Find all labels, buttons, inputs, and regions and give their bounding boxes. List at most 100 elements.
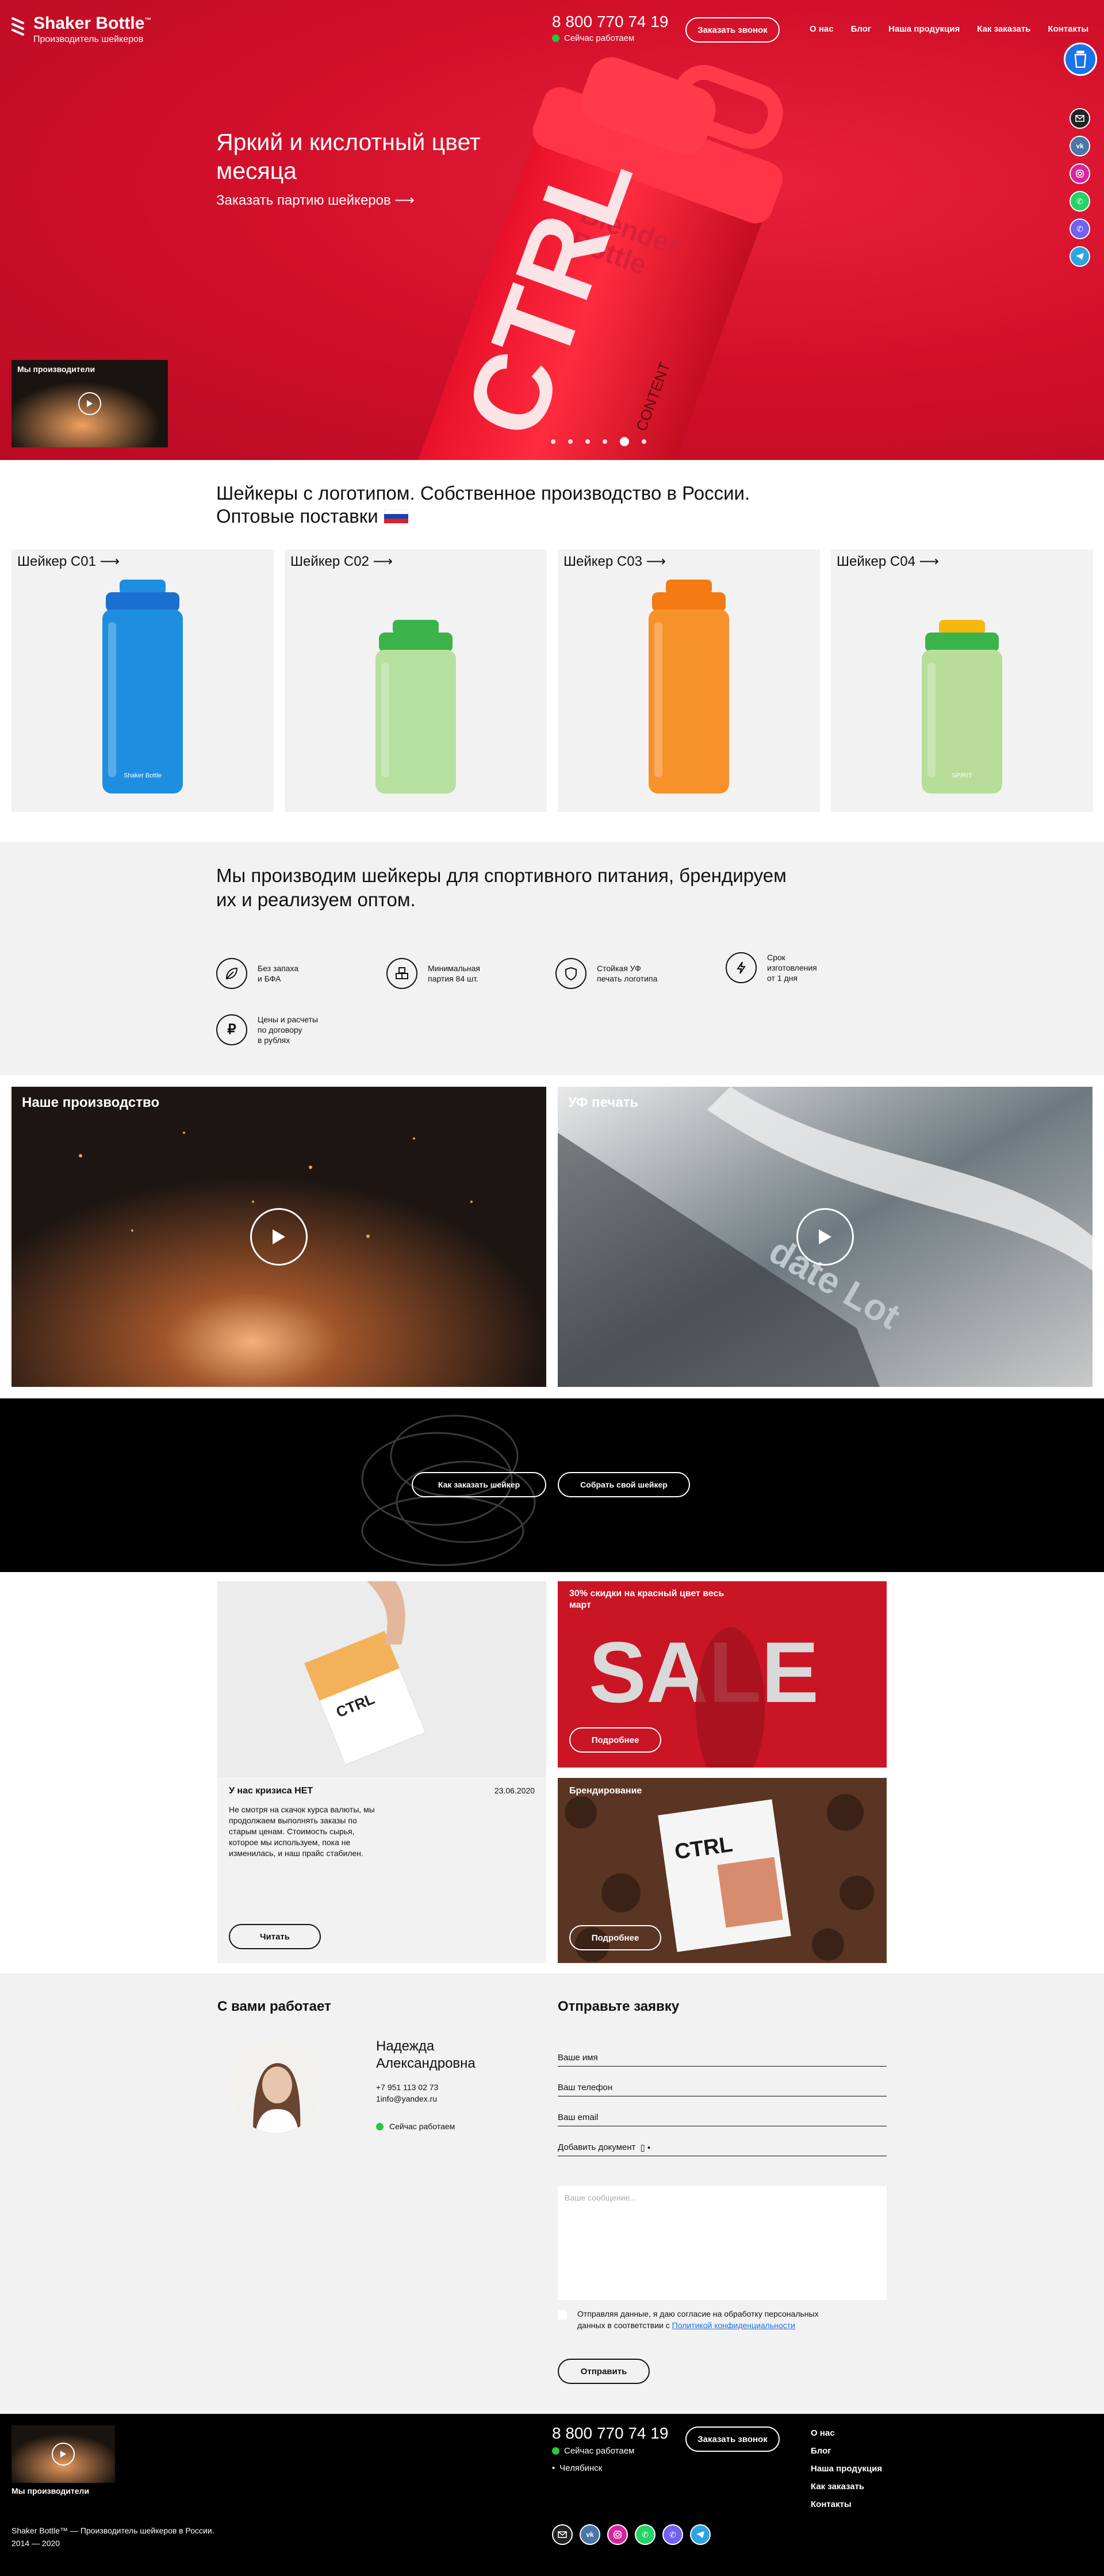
build-shaker-button[interactable]: Собрать свой шейкер xyxy=(558,1472,690,1497)
feature-text: Стойкая УФ печать логотипа xyxy=(597,964,658,983)
slide-dot[interactable] xyxy=(568,439,573,444)
branding-more-button[interactable]: Подробнее xyxy=(569,1925,661,1950)
intro-text: Шейкеры с логотипом. Собственное произво… xyxy=(216,482,791,528)
play-icon[interactable] xyxy=(52,2443,75,2466)
video-title: Наше производство xyxy=(22,1095,160,1110)
news-title: У нас кризиса НЕТ xyxy=(229,1786,313,1796)
hero-title: Яркий и кислотный цвет месяца xyxy=(216,129,481,184)
header-status-text: Сейчас работаем xyxy=(564,33,635,43)
product-card[interactable]: Шейкер С04 ⟶ SPIRIT xyxy=(831,550,1093,812)
hero-banner: Blender Bottle CTRL CONTENT Shaker Bottl… xyxy=(0,0,1104,460)
feature-item: Без запаха и БФА xyxy=(216,958,366,989)
header-status: Сейчас работаем xyxy=(552,33,634,43)
contact-section xyxy=(0,1973,1104,2414)
shaker-image xyxy=(375,620,456,793)
product-label: Шейкер С04 ⟶ xyxy=(837,554,939,569)
name-field[interactable]: Ваше имя xyxy=(558,2049,887,2067)
privacy-link[interactable]: Политикой конфиденциальности xyxy=(672,2321,795,2330)
nav-blog[interactable]: Блог xyxy=(851,24,872,34)
slider-dots xyxy=(551,437,646,446)
news-date: 23.06.2020 xyxy=(494,1786,535,1795)
vk-icon[interactable]: vk xyxy=(580,2524,600,2545)
email-field[interactable]: Ваш email xyxy=(558,2109,887,2126)
cta-band: Как заказать шейкер Собрать свой шейкер xyxy=(0,1398,1104,1572)
attach-field[interactable]: Добавить документ ▯ • xyxy=(558,2139,887,2156)
news-card[interactable]: CTRL У нас кризиса НЕТ 23.06.2020 Не смо… xyxy=(217,1581,546,1963)
sale-more-button[interactable]: Подробнее xyxy=(569,1727,661,1753)
viber-icon[interactable]: ✆ xyxy=(1070,218,1090,239)
footer-phone[interactable]: 8 800 770 74 19 xyxy=(552,2424,668,2443)
sale-title: 30% скидки на красный цвет весь март xyxy=(569,1589,724,1610)
svg-text:SPIRIT: SPIRIT xyxy=(952,772,972,779)
footer-nav-about[interactable]: О нас xyxy=(811,2424,882,2442)
submit-button[interactable]: Отправить xyxy=(558,2359,650,2384)
telegram-icon[interactable] xyxy=(1070,246,1090,267)
nav-products[interactable]: Наша продукция xyxy=(888,24,960,34)
slide-dot[interactable] xyxy=(603,439,607,444)
intro-line2: Оптовые поставки xyxy=(216,505,378,527)
shield-icon xyxy=(555,958,586,989)
product-card[interactable]: Шейкер С02 ⟶ xyxy=(285,550,547,812)
manager-heading: С вами работает xyxy=(217,1999,331,2014)
footer-city[interactable]: • Челябинск xyxy=(552,2463,602,2473)
message-field[interactable]: Ваше сообщение... xyxy=(558,2186,887,2300)
manager-status-text: Сейчас работаем xyxy=(389,2122,455,2131)
russia-flag-icon xyxy=(384,509,408,523)
mail-icon[interactable] xyxy=(552,2524,573,2545)
ruble-icon: ₽ xyxy=(216,1014,247,1045)
play-icon[interactable] xyxy=(78,392,101,415)
product-card[interactable]: Шейкер С01 ⟶ Shaker Bottle xyxy=(12,550,274,812)
instagram-icon[interactable] xyxy=(1070,163,1090,184)
shaker-image xyxy=(649,580,729,793)
footer-video-card[interactable] xyxy=(12,2425,115,2483)
vk-icon[interactable]: vk xyxy=(1070,136,1090,156)
footer: Мы производители 8 800 770 74 19 Сейчас … xyxy=(0,2414,1104,2576)
header-phone[interactable]: 8 800 770 74 19 xyxy=(552,13,668,31)
product-card[interactable]: Шейкер С03 ⟶ xyxy=(558,550,820,812)
viber-icon[interactable]: ✆ xyxy=(662,2524,683,2545)
play-icon[interactable] xyxy=(250,1208,308,1266)
nav-contacts[interactable]: Контакты xyxy=(1048,24,1088,34)
how-to-order-button[interactable]: Как заказать шейкер xyxy=(412,1472,546,1497)
pack-photo-image: CTRL xyxy=(217,1581,546,1777)
phone-field[interactable]: Ваш телефон xyxy=(558,2079,887,2096)
footer-nav-blog[interactable]: Блог xyxy=(811,2442,882,2460)
manager-phone[interactable]: +7 951 113 02 73 xyxy=(376,2083,438,2092)
branding-card[interactable]: CTRL Брендирование Подробнее xyxy=(558,1778,887,1963)
footer-nav-contacts[interactable]: Контакты xyxy=(811,2496,882,2513)
video-uv-print[interactable]: date Lot УФ печать xyxy=(558,1087,1092,1387)
play-icon[interactable] xyxy=(796,1208,854,1266)
call-request-button[interactable]: Заказать звонок xyxy=(685,17,780,43)
slide-dot[interactable] xyxy=(642,439,646,444)
phone-icon[interactable]: ✆ xyxy=(635,2524,656,2545)
video-production[interactable]: Наше производство xyxy=(12,1087,546,1387)
sale-card[interactable]: SALE 30% скидки на красный цвет весь мар… xyxy=(558,1581,887,1768)
consent-checkbox[interactable] xyxy=(558,2310,567,2320)
feature-text: Минимальная партия 84 шт. xyxy=(428,964,481,983)
consent-text: Отправляя данные, я даю согласие на обра… xyxy=(577,2309,819,2330)
cart-button[interactable] xyxy=(1064,43,1097,76)
telegram-icon[interactable] xyxy=(690,2524,711,2545)
video-card-title: Мы производители xyxy=(17,365,95,374)
read-button[interactable]: Читать xyxy=(229,1924,321,1949)
mail-icon[interactable] xyxy=(1070,108,1090,129)
instagram-icon[interactable] xyxy=(607,2524,628,2545)
footer-copyright: Shaker Bottle™ — Производитель шейкеров … xyxy=(12,2526,214,2548)
hero-order-link[interactable]: Заказать партию шейкеров ⟶ xyxy=(216,192,415,209)
phone-icon[interactable]: ✆ xyxy=(1070,191,1090,212)
footer-city-text: Челябинск xyxy=(559,2463,603,2473)
footer-nav: О нас Блог Наша продукция Как заказать К… xyxy=(811,2424,882,2513)
nav-how-to-order[interactable]: Как заказать xyxy=(977,24,1030,34)
footer-nav-products[interactable]: Наша продукция xyxy=(811,2460,882,2478)
location-icon: • xyxy=(552,2463,555,2473)
footer-nav-how-to-order[interactable]: Как заказать xyxy=(811,2478,882,2496)
manager-email[interactable]: 1info@yandex.ru xyxy=(376,2094,437,2103)
footer-call-button[interactable]: Заказать звонок xyxy=(685,2426,780,2452)
hero-video-card[interactable]: Мы производители xyxy=(12,360,168,447)
logo-mark-icon xyxy=(12,17,24,36)
slide-dot[interactable] xyxy=(551,439,555,444)
nav-about[interactable]: О нас xyxy=(810,24,834,34)
news-text: Не смотря на скачок курса валюты, мы про… xyxy=(229,1805,375,1858)
slide-dot[interactable] xyxy=(585,439,590,444)
slide-dot-active[interactable] xyxy=(620,437,629,446)
